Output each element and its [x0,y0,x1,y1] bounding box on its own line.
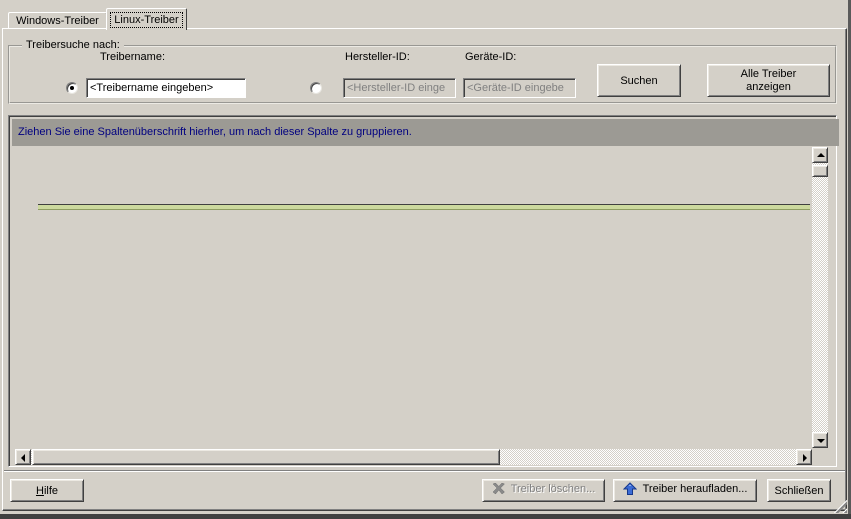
down-arrow-icon [817,439,825,443]
scroll-up-button[interactable] [812,147,828,163]
new-row-band [38,204,810,210]
delete-x-icon [492,483,505,495]
upload-driver-label: Treiber heraufladen... [643,483,748,495]
vertical-scrollbar[interactable] [812,147,828,448]
driver-dialog: Windows-Treiber Linux-Treiber Treibersuc… [0,0,851,519]
upload-arrow-icon [623,482,637,496]
window-bottom-edge [0,514,851,519]
scroll-right-button[interactable] [796,449,812,465]
footer-separator [4,470,845,472]
right-arrow-icon [803,454,807,462]
tab-label: Windows-Treiber [16,15,99,27]
hersteller-id-radio[interactable] [310,82,322,94]
delete-driver-label: Treiber löschen... [511,483,596,495]
tab-linux-treiber[interactable]: Linux-Treiber [106,8,187,30]
tab-focus-rect [110,12,183,28]
show-all-line1: Alle Treiber [741,68,797,80]
group-hint-text: Ziehen Sie eine Spaltenüberschrift hierh… [18,126,412,138]
groupbox-legend: Treibersuche nach: [22,39,124,51]
scrollbar-corner [812,449,828,465]
show-all-drivers-button[interactable]: Alle Treiber anzeigen [707,64,830,97]
left-arrow-icon [21,454,25,462]
show-all-line2: anzeigen [746,81,791,93]
scroll-left-button[interactable] [15,449,31,465]
hersteller-id-label: Hersteller-ID: [345,51,410,63]
treibername-label: Treibername: [100,51,165,63]
horizontal-scroll-thumb[interactable] [32,449,500,465]
geraete-id-input [463,78,576,98]
tab-windows-treiber[interactable]: Windows-Treiber [8,12,107,28]
delete-driver-button: Treiber löschen... [482,479,605,502]
scroll-down-button[interactable] [812,432,828,448]
horizontal-scrollbar[interactable] [15,449,812,465]
group-by-drop-zone[interactable]: Ziehen Sie eine Spaltenüberschrift hierh… [12,119,839,146]
vertical-scroll-thumb[interactable] [812,165,828,177]
help-button[interactable]: Hilfe [10,479,84,502]
treibername-radio[interactable] [66,82,78,94]
grid-container [8,115,837,467]
upload-driver-button[interactable]: Treiber heraufladen... [613,479,757,502]
hersteller-id-input [343,78,456,98]
close-button[interactable]: Schließen [767,479,831,502]
geraete-id-label: Geräte-ID: [465,51,516,63]
up-arrow-icon [817,153,825,157]
search-button[interactable]: Suchen [597,64,681,97]
treibername-input[interactable] [86,78,246,98]
